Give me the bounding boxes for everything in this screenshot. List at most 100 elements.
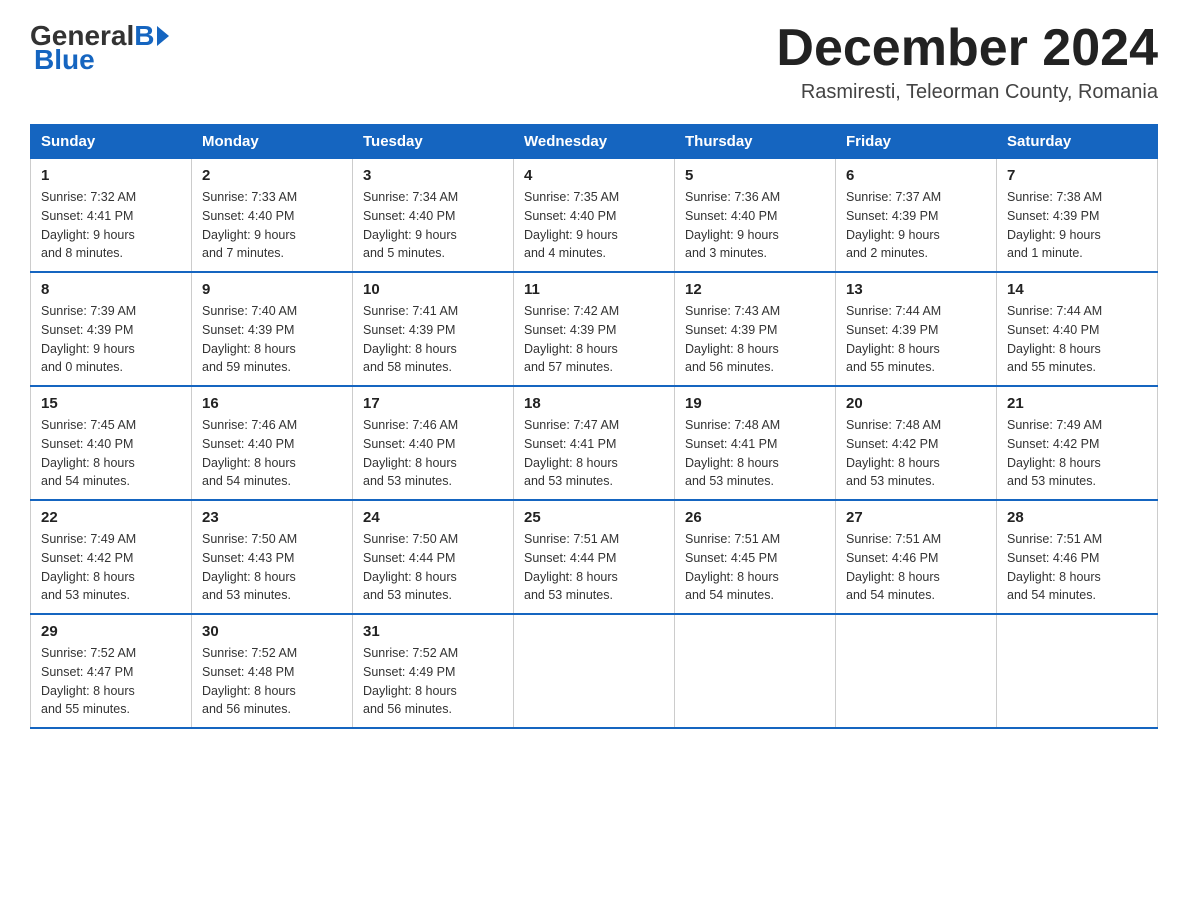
day-info: Sunrise: 7:34 AM Sunset: 4:40 PM Dayligh… xyxy=(363,188,503,263)
day-info: Sunrise: 7:42 AM Sunset: 4:39 PM Dayligh… xyxy=(524,302,664,377)
day-number: 9 xyxy=(202,281,342,298)
calendar-cell: 13 Sunrise: 7:44 AM Sunset: 4:39 PM Dayl… xyxy=(836,272,997,386)
calendar-cell: 7 Sunrise: 7:38 AM Sunset: 4:39 PM Dayli… xyxy=(997,159,1158,273)
calendar-cell: 25 Sunrise: 7:51 AM Sunset: 4:44 PM Dayl… xyxy=(514,500,675,614)
day-number: 24 xyxy=(363,509,503,526)
calendar-cell: 21 Sunrise: 7:49 AM Sunset: 4:42 PM Dayl… xyxy=(997,386,1158,500)
day-number: 21 xyxy=(1007,395,1147,412)
logo-b-letter: B xyxy=(134,20,154,52)
calendar-cell: 18 Sunrise: 7:47 AM Sunset: 4:41 PM Dayl… xyxy=(514,386,675,500)
day-number: 13 xyxy=(846,281,986,298)
calendar-cell: 29 Sunrise: 7:52 AM Sunset: 4:47 PM Dayl… xyxy=(31,614,192,728)
calendar-cell: 6 Sunrise: 7:37 AM Sunset: 4:39 PM Dayli… xyxy=(836,159,997,273)
calendar-cell: 2 Sunrise: 7:33 AM Sunset: 4:40 PM Dayli… xyxy=(192,159,353,273)
header-wednesday: Wednesday xyxy=(514,125,675,159)
calendar-cell: 1 Sunrise: 7:32 AM Sunset: 4:41 PM Dayli… xyxy=(31,159,192,273)
day-info: Sunrise: 7:50 AM Sunset: 4:44 PM Dayligh… xyxy=(363,530,503,605)
day-number: 16 xyxy=(202,395,342,412)
day-info: Sunrise: 7:50 AM Sunset: 4:43 PM Dayligh… xyxy=(202,530,342,605)
day-info: Sunrise: 7:51 AM Sunset: 4:45 PM Dayligh… xyxy=(685,530,825,605)
calendar-body: 1 Sunrise: 7:32 AM Sunset: 4:41 PM Dayli… xyxy=(31,159,1158,729)
day-number: 15 xyxy=(41,395,181,412)
day-number: 5 xyxy=(685,167,825,184)
day-number: 4 xyxy=(524,167,664,184)
day-info: Sunrise: 7:37 AM Sunset: 4:39 PM Dayligh… xyxy=(846,188,986,263)
day-info: Sunrise: 7:44 AM Sunset: 4:40 PM Dayligh… xyxy=(1007,302,1147,377)
calendar-cell: 4 Sunrise: 7:35 AM Sunset: 4:40 PM Dayli… xyxy=(514,159,675,273)
calendar-cell xyxy=(514,614,675,728)
calendar-cell: 10 Sunrise: 7:41 AM Sunset: 4:39 PM Dayl… xyxy=(353,272,514,386)
day-number: 26 xyxy=(685,509,825,526)
day-info: Sunrise: 7:33 AM Sunset: 4:40 PM Dayligh… xyxy=(202,188,342,263)
calendar-cell: 28 Sunrise: 7:51 AM Sunset: 4:46 PM Dayl… xyxy=(997,500,1158,614)
day-number: 25 xyxy=(524,509,664,526)
day-number: 3 xyxy=(363,167,503,184)
calendar-header: Sunday Monday Tuesday Wednesday Thursday… xyxy=(31,125,1158,159)
location-title: Rasmiresti, Teleorman County, Romania xyxy=(776,81,1158,104)
day-number: 30 xyxy=(202,623,342,640)
calendar-cell xyxy=(836,614,997,728)
day-number: 2 xyxy=(202,167,342,184)
day-info: Sunrise: 7:35 AM Sunset: 4:40 PM Dayligh… xyxy=(524,188,664,263)
day-info: Sunrise: 7:51 AM Sunset: 4:46 PM Dayligh… xyxy=(1007,530,1147,605)
logo: General B Blue xyxy=(30,20,169,76)
calendar-cell: 12 Sunrise: 7:43 AM Sunset: 4:39 PM Dayl… xyxy=(675,272,836,386)
day-number: 1 xyxy=(41,167,181,184)
day-number: 23 xyxy=(202,509,342,526)
month-title: December 2024 xyxy=(776,20,1158,77)
day-number: 22 xyxy=(41,509,181,526)
calendar-week-4: 22 Sunrise: 7:49 AM Sunset: 4:42 PM Dayl… xyxy=(31,500,1158,614)
day-info: Sunrise: 7:45 AM Sunset: 4:40 PM Dayligh… xyxy=(41,416,181,491)
day-info: Sunrise: 7:48 AM Sunset: 4:41 PM Dayligh… xyxy=(685,416,825,491)
header-monday: Monday xyxy=(192,125,353,159)
day-number: 12 xyxy=(685,281,825,298)
day-info: Sunrise: 7:44 AM Sunset: 4:39 PM Dayligh… xyxy=(846,302,986,377)
calendar-cell: 16 Sunrise: 7:46 AM Sunset: 4:40 PM Dayl… xyxy=(192,386,353,500)
day-number: 31 xyxy=(363,623,503,640)
header-sunday: Sunday xyxy=(31,125,192,159)
day-number: 28 xyxy=(1007,509,1147,526)
calendar-cell: 5 Sunrise: 7:36 AM Sunset: 4:40 PM Dayli… xyxy=(675,159,836,273)
day-info: Sunrise: 7:38 AM Sunset: 4:39 PM Dayligh… xyxy=(1007,188,1147,263)
calendar-cell: 17 Sunrise: 7:46 AM Sunset: 4:40 PM Dayl… xyxy=(353,386,514,500)
day-info: Sunrise: 7:46 AM Sunset: 4:40 PM Dayligh… xyxy=(363,416,503,491)
calendar-week-1: 1 Sunrise: 7:32 AM Sunset: 4:41 PM Dayli… xyxy=(31,159,1158,273)
header: General B Blue December 2024 Rasmiresti,… xyxy=(30,20,1158,104)
calendar-week-2: 8 Sunrise: 7:39 AM Sunset: 4:39 PM Dayli… xyxy=(31,272,1158,386)
day-info: Sunrise: 7:49 AM Sunset: 4:42 PM Dayligh… xyxy=(1007,416,1147,491)
day-info: Sunrise: 7:49 AM Sunset: 4:42 PM Dayligh… xyxy=(41,530,181,605)
day-info: Sunrise: 7:52 AM Sunset: 4:49 PM Dayligh… xyxy=(363,644,503,719)
calendar-cell: 11 Sunrise: 7:42 AM Sunset: 4:39 PM Dayl… xyxy=(514,272,675,386)
day-info: Sunrise: 7:51 AM Sunset: 4:46 PM Dayligh… xyxy=(846,530,986,605)
day-number: 27 xyxy=(846,509,986,526)
day-number: 19 xyxy=(685,395,825,412)
day-info: Sunrise: 7:39 AM Sunset: 4:39 PM Dayligh… xyxy=(41,302,181,377)
day-info: Sunrise: 7:46 AM Sunset: 4:40 PM Dayligh… xyxy=(202,416,342,491)
title-area: December 2024 Rasmiresti, Teleorman Coun… xyxy=(776,20,1158,104)
calendar-cell xyxy=(997,614,1158,728)
header-friday: Friday xyxy=(836,125,997,159)
calendar-cell: 3 Sunrise: 7:34 AM Sunset: 4:40 PM Dayli… xyxy=(353,159,514,273)
day-info: Sunrise: 7:36 AM Sunset: 4:40 PM Dayligh… xyxy=(685,188,825,263)
header-row: Sunday Monday Tuesday Wednesday Thursday… xyxy=(31,125,1158,159)
logo-blue-word: Blue xyxy=(32,44,95,75)
calendar-week-3: 15 Sunrise: 7:45 AM Sunset: 4:40 PM Dayl… xyxy=(31,386,1158,500)
day-number: 6 xyxy=(846,167,986,184)
calendar-cell: 24 Sunrise: 7:50 AM Sunset: 4:44 PM Dayl… xyxy=(353,500,514,614)
day-number: 17 xyxy=(363,395,503,412)
day-info: Sunrise: 7:43 AM Sunset: 4:39 PM Dayligh… xyxy=(685,302,825,377)
day-number: 10 xyxy=(363,281,503,298)
calendar-table: Sunday Monday Tuesday Wednesday Thursday… xyxy=(30,124,1158,729)
calendar-cell xyxy=(675,614,836,728)
header-thursday: Thursday xyxy=(675,125,836,159)
day-number: 11 xyxy=(524,281,664,298)
calendar-cell: 9 Sunrise: 7:40 AM Sunset: 4:39 PM Dayli… xyxy=(192,272,353,386)
calendar-cell: 22 Sunrise: 7:49 AM Sunset: 4:42 PM Dayl… xyxy=(31,500,192,614)
day-number: 8 xyxy=(41,281,181,298)
day-number: 29 xyxy=(41,623,181,640)
calendar-cell: 8 Sunrise: 7:39 AM Sunset: 4:39 PM Dayli… xyxy=(31,272,192,386)
calendar-cell: 31 Sunrise: 7:52 AM Sunset: 4:49 PM Dayl… xyxy=(353,614,514,728)
day-info: Sunrise: 7:52 AM Sunset: 4:47 PM Dayligh… xyxy=(41,644,181,719)
day-number: 7 xyxy=(1007,167,1147,184)
calendar-cell: 26 Sunrise: 7:51 AM Sunset: 4:45 PM Dayl… xyxy=(675,500,836,614)
